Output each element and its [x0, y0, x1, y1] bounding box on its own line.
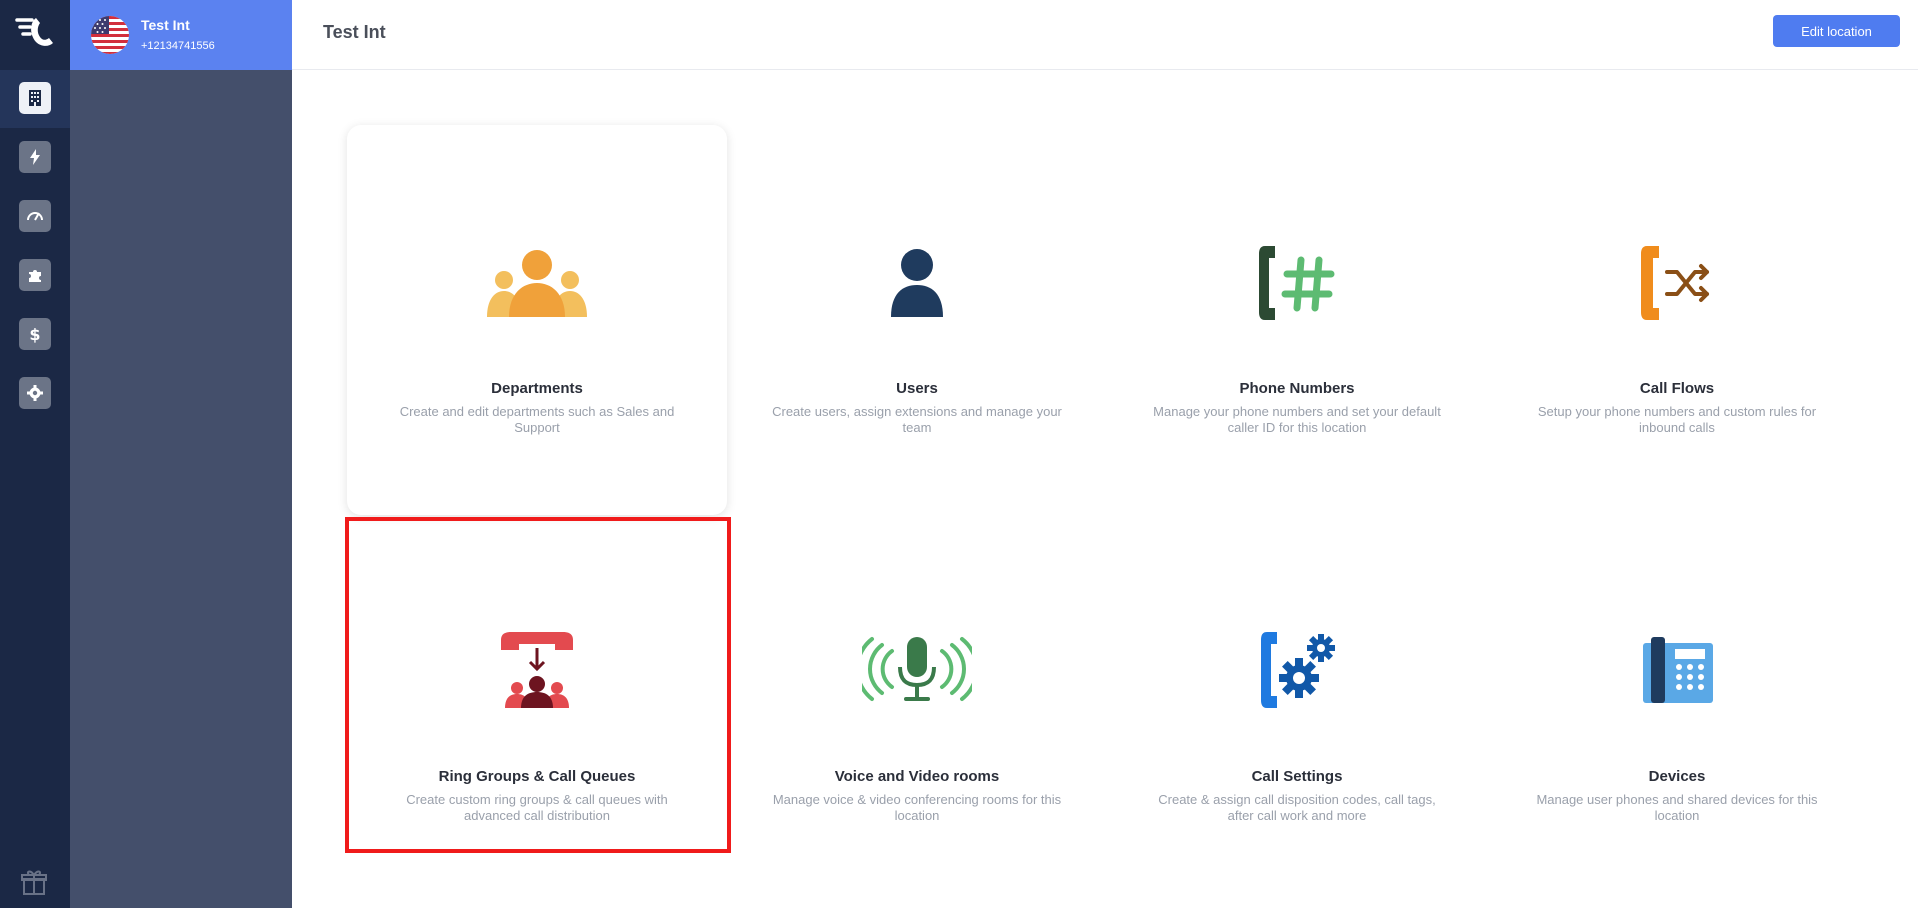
- card-title: Phone Numbers: [1239, 380, 1355, 397]
- card-title: Call Flows: [1639, 380, 1715, 397]
- card-title: Devices: [1648, 768, 1706, 785]
- call-flows-icon: [1602, 243, 1752, 323]
- rail-item-lightning[interactable]: [19, 141, 51, 173]
- desk-phone-icon: [1602, 630, 1752, 710]
- rail-item-gear[interactable]: [19, 377, 51, 409]
- rail-item-building[interactable]: [19, 82, 51, 114]
- rail-item-dollar[interactable]: $: [19, 318, 51, 350]
- card-call-settings[interactable]: Call Settings Create & assign call dispo…: [1107, 518, 1487, 908]
- puzzle-icon: [29, 270, 41, 282]
- building-icon: [29, 90, 41, 106]
- card-description: Create users, assign extensions and mana…: [772, 404, 1062, 435]
- phone-hash-icon: [1222, 243, 1372, 323]
- card-title: Users: [896, 380, 938, 397]
- dollar-icon: $: [29, 325, 40, 344]
- us-flag-icon: [91, 16, 129, 54]
- card-description: Create & assign call disposition codes, …: [1158, 792, 1436, 823]
- card-title: Call Settings: [1251, 768, 1343, 785]
- card-description: Manage your phone numbers and set your d…: [1153, 404, 1441, 435]
- card-title: Departments: [491, 380, 583, 397]
- lightning-icon: [30, 149, 40, 165]
- card-departments[interactable]: Departments Create and edit departments …: [347, 125, 727, 515]
- logo-icon[interactable]: [14, 12, 56, 52]
- speedometer-icon: [27, 212, 43, 221]
- page-title: Test Int: [323, 22, 386, 42]
- location-selector[interactable]: Test Int +12134741556: [70, 0, 292, 70]
- location-panel: [70, 0, 292, 908]
- call-settings-icon: [1222, 630, 1372, 710]
- card-description: Manage voice & video conferencing rooms …: [772, 792, 1062, 823]
- card-description: Manage user phones and shared devices fo…: [1536, 792, 1818, 823]
- ring-groups-icon: [462, 630, 612, 710]
- card-users[interactable]: Users Create users, assign extensions an…: [727, 125, 1107, 515]
- card-phone-numbers[interactable]: Phone Numbers Manage your phone numbers …: [1107, 125, 1487, 515]
- card-description: Create custom ring groups & call queues …: [406, 792, 668, 823]
- card-title: Ring Groups & Call Queues: [438, 768, 636, 785]
- departments-icon: [462, 243, 612, 323]
- card-ring-groups[interactable]: Ring Groups & Call Queues Create custom …: [347, 518, 727, 908]
- location-name: Test Int: [141, 17, 190, 33]
- rail-item-speedometer[interactable]: [19, 200, 51, 232]
- svg-text:$: $: [29, 325, 40, 344]
- card-title: Voice and Video rooms: [834, 768, 1000, 785]
- rail-item-puzzle[interactable]: [19, 259, 51, 291]
- gift-icon[interactable]: [20, 868, 48, 896]
- gear-icon: [27, 385, 43, 401]
- user-icon: [842, 243, 992, 323]
- microphone-icon: [842, 630, 992, 710]
- card-call-flows[interactable]: Call Flows Setup your phone numbers and …: [1487, 125, 1867, 515]
- icon-rail: $: [0, 0, 70, 908]
- top-bar: Test Int Edit location: [292, 0, 1918, 70]
- card-description: Create and edit departments such as Sale…: [399, 404, 675, 435]
- card-voice-video-rooms[interactable]: Voice and Video rooms Manage voice & vid…: [727, 518, 1107, 908]
- edit-location-button[interactable]: Edit location: [1773, 15, 1900, 47]
- location-phone: +12134741556: [141, 40, 215, 52]
- card-description: Setup your phone numbers and custom rule…: [1537, 404, 1817, 435]
- card-devices[interactable]: Devices Manage user phones and shared de…: [1487, 518, 1867, 908]
